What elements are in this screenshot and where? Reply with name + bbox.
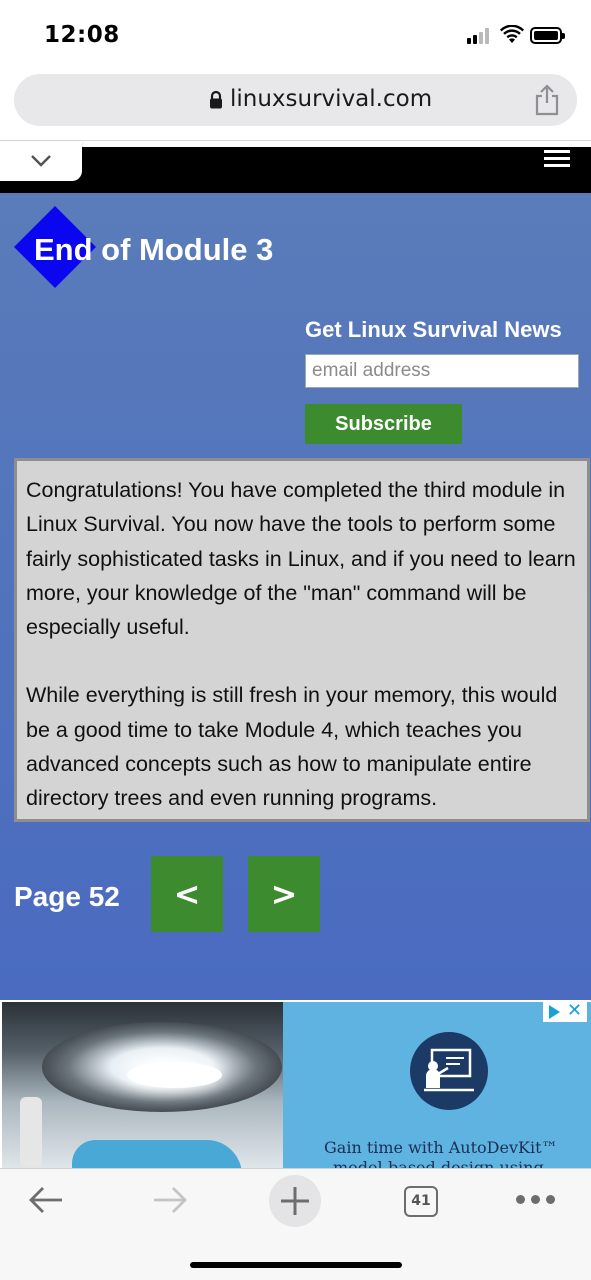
page-number-label: Page 52 xyxy=(14,881,120,912)
cellular-signal-icon xyxy=(467,28,493,44)
subscribe-button[interactable]: Subscribe xyxy=(305,404,462,444)
content-paragraph: Congratulations! You have completed the … xyxy=(26,478,576,640)
next-page-button[interactable]: > xyxy=(248,856,320,932)
lock-icon xyxy=(210,90,222,109)
content-paragraph: While everything is still fresh in your … xyxy=(26,683,558,811)
status-time: 12:08 xyxy=(44,22,120,48)
plus-icon xyxy=(281,1187,309,1215)
forward-arrow-icon[interactable] xyxy=(152,1185,188,1215)
collapse-toolbar-button[interactable] xyxy=(0,141,82,181)
adchoices-icon xyxy=(549,1005,560,1019)
more-options-icon[interactable] xyxy=(516,1195,556,1205)
back-arrow-icon[interactable] xyxy=(28,1185,64,1215)
content-box: Congratulations! You have completed the … xyxy=(14,458,590,822)
home-indicator xyxy=(190,1262,402,1268)
wifi-icon xyxy=(500,25,524,43)
new-tab-button[interactable] xyxy=(269,1175,321,1227)
ad-image[interactable] xyxy=(2,1002,283,1168)
site-top-bar xyxy=(0,147,591,193)
tabs-button[interactable]: 41 xyxy=(404,1186,438,1217)
ad-panel[interactable]: Gain time with AutoDevKit™ model-based d… xyxy=(283,1002,591,1168)
ad-text: Gain time with AutoDevKit™ xyxy=(324,1138,558,1157)
hamburger-menu-icon[interactable] xyxy=(544,150,570,168)
newsletter-heading: Get Linux Survival News xyxy=(305,317,562,342)
presentation-icon xyxy=(410,1032,488,1110)
url-text[interactable]: linuxsurvival.com xyxy=(230,86,432,112)
address-bar[interactable]: linuxsurvival.com xyxy=(14,74,577,126)
page-title: End of Module 3 xyxy=(34,232,274,267)
email-field[interactable] xyxy=(305,354,579,388)
close-icon[interactable]: ✕ xyxy=(567,1000,582,1021)
ad-text: model-based design using xyxy=(333,1158,544,1168)
status-bar: 12:08 xyxy=(0,0,591,70)
chevron-down-icon xyxy=(31,155,51,167)
battery-icon xyxy=(530,27,565,44)
previous-page-button[interactable]: < xyxy=(151,856,223,932)
ad-choices-badge[interactable]: ✕ xyxy=(543,1000,587,1022)
share-icon[interactable] xyxy=(534,84,560,116)
divider xyxy=(0,140,591,141)
advertisement-banner[interactable]: Gain time with AutoDevKit™ model-based d… xyxy=(0,1000,591,1168)
